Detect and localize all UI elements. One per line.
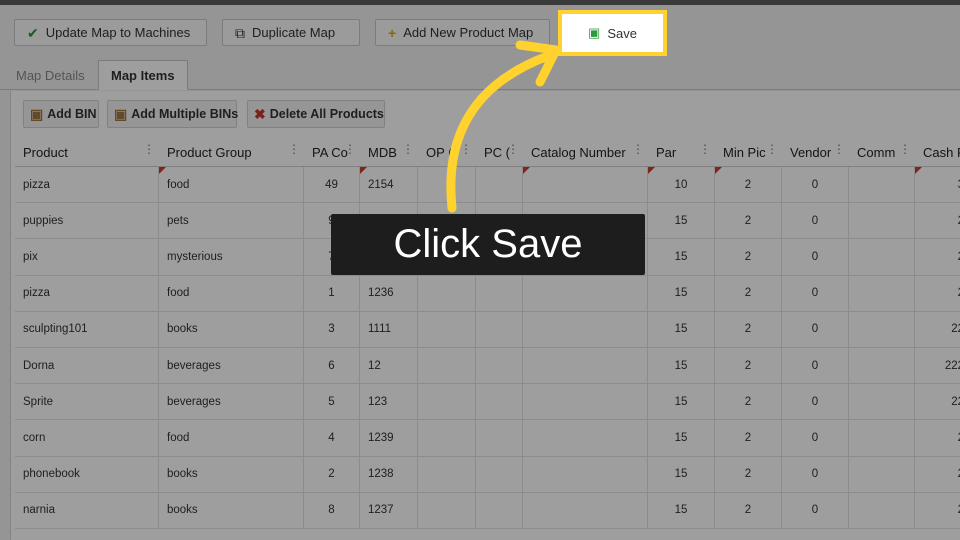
callout-text: Click Save (393, 222, 583, 266)
arrow-curve (446, 51, 553, 213)
tutorial-callout: Click Save (331, 214, 645, 275)
